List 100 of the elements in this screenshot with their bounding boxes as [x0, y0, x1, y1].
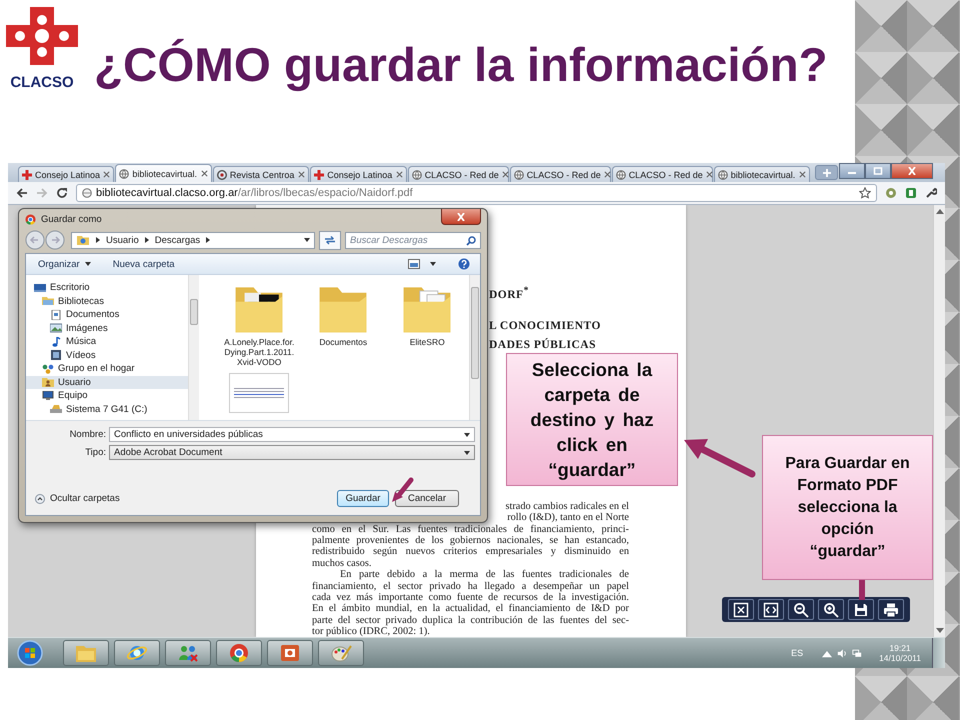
caret-icon[interactable]	[304, 238, 310, 242]
chevron-icon[interactable]	[144, 237, 149, 243]
caret-icon[interactable]	[464, 450, 470, 454]
close-button[interactable]	[891, 163, 934, 179]
document-paragraph: En parte debido a la merma de las fuentes tradicionales de financiamiento, el sector privado ha llegado a desempeñar un papel cada vez más importante como fuente de recursos de la investigación. En el ámbito mundial, en la actualidad, el financiamiento de I&D por parte del sector privado duplica la contribución de las fuentes del sec- tor público (IDRC, 2002: 1).	[312, 569, 629, 637]
browser-tab[interactable]: bibliotecavirtual.	[115, 164, 212, 182]
scrollbar[interactable]	[933, 205, 945, 637]
browser-tab[interactable]: CLACSO - Red de	[408, 166, 509, 182]
minimize-button[interactable]	[839, 163, 866, 179]
taskbar-app-button[interactable]	[216, 640, 262, 666]
view-icon[interactable]	[408, 259, 420, 269]
browser-tab[interactable]: bibliotecavirtual.	[714, 166, 810, 182]
show-desktop-button[interactable]	[932, 638, 945, 668]
close-icon[interactable]	[502, 171, 509, 178]
browser-tab[interactable]: CLACSO - Red de	[612, 166, 713, 182]
folder-tree-item[interactable]: Documentos	[26, 308, 188, 322]
file-item[interactable]: A.Lonely.Place.for.Dying.Part.1.2011.Xvid-VODO	[217, 281, 302, 367]
close-icon[interactable]	[604, 171, 611, 178]
toolbar-command[interactable]: Organizar	[38, 258, 91, 270]
video-icon	[50, 350, 62, 360]
zoom-in-button[interactable]	[818, 599, 844, 620]
close-icon[interactable]	[706, 171, 713, 178]
browser-tab[interactable]: Consejo Latinoa	[18, 166, 114, 182]
dialog-button[interactable]: Cancelar	[395, 490, 459, 507]
document-heading: DORF$^{*}$	[489, 284, 530, 303]
dialog-button[interactable]: Guardar	[337, 490, 389, 507]
print-button[interactable]	[878, 599, 904, 620]
globe-icon	[82, 188, 92, 198]
close-button[interactable]	[441, 209, 481, 225]
file-item[interactable]: Documentos	[301, 281, 386, 367]
folder-tree-item[interactable]: Sistema 7 G41 (C:)	[26, 402, 188, 416]
save-icon	[853, 602, 869, 618]
chevron-icon[interactable]	[96, 237, 100, 243]
breadcrumb-bar[interactable]: Usuario Descargas	[71, 232, 315, 248]
close-icon[interactable]	[396, 171, 403, 178]
callout-box: Para Guardar en Formato PDF selecciona la opción “guardar”	[762, 435, 933, 580]
document-icon	[50, 310, 62, 320]
folder-tree-item[interactable]: Música	[26, 335, 188, 348]
speaker-icon[interactable]	[837, 648, 848, 658]
filename-field[interactable]: Conflicto en universidades públicas	[109, 427, 475, 442]
scrollbar[interactable]	[188, 275, 200, 420]
extension-icon[interactable]	[885, 187, 897, 199]
taskbar-app-button[interactable]	[165, 640, 211, 666]
fit-width-button[interactable]	[758, 599, 784, 620]
taskbar-app-button[interactable]	[63, 640, 109, 666]
caret-icon[interactable]	[430, 262, 436, 266]
globe-icon	[718, 170, 728, 180]
browser-tab[interactable]: Consejo Latinoa	[310, 166, 407, 182]
maximize-button[interactable]	[865, 163, 892, 179]
chevron-up-icon	[35, 494, 45, 504]
wrench-icon[interactable]	[925, 187, 937, 199]
reload-icon[interactable]	[56, 187, 68, 199]
close-icon[interactable]	[103, 171, 110, 178]
dialog-title: Guardar como	[41, 214, 102, 224]
taskbar-app-button[interactable]	[114, 640, 160, 666]
browser-tab[interactable]: CLACSO - Red de	[510, 166, 611, 182]
toolbar-command[interactable]: Nueva carpeta	[112, 258, 175, 270]
folder-tree-item[interactable]: Bibliotecas	[26, 294, 188, 308]
browser-tab[interactable]: Revista Centroa	[212, 166, 310, 182]
globe-icon	[412, 170, 422, 180]
help-icon[interactable]	[458, 258, 470, 270]
field-label: Nombre:	[68, 429, 106, 440]
breadcrumb-item[interactable]: Descargas	[154, 234, 200, 246]
document-heading: L CONOCIMIENTO	[489, 318, 602, 334]
folder-tree-item[interactable]: Grupo en el hogar	[26, 362, 188, 376]
file-type-dropdown[interactable]: Adobe Acrobat Document	[109, 445, 475, 460]
taskbar-app-button[interactable]	[318, 640, 364, 666]
taskbar-app-button[interactable]	[267, 640, 313, 666]
globe-icon	[119, 168, 130, 178]
plus-icon	[822, 168, 831, 176]
refresh-button[interactable]	[319, 230, 341, 250]
fit-page-button[interactable]	[728, 599, 754, 620]
save-button[interactable]	[848, 599, 874, 620]
folder-tree-item[interactable]: Escritorio	[26, 281, 188, 294]
zoom-out-button[interactable]	[788, 599, 814, 620]
close-icon[interactable]	[799, 171, 806, 178]
search-field[interactable]: Buscar Descargas	[345, 232, 481, 248]
close-icon	[456, 212, 466, 220]
file-item[interactable]: EliteSRO	[385, 281, 470, 367]
extension-icon[interactable]	[905, 187, 917, 199]
caret-icon[interactable]	[84, 262, 91, 266]
caret-icon[interactable]	[464, 432, 470, 436]
close-icon[interactable]	[298, 171, 306, 178]
breadcrumb-item[interactable]: Usuario	[106, 234, 139, 246]
scrollbar[interactable]	[469, 275, 480, 420]
back-arrow-icon[interactable]	[16, 187, 28, 199]
star-icon[interactable]	[859, 187, 871, 199]
chevron-icon[interactable]	[206, 237, 210, 243]
folder-tree-item[interactable]: Imágenes	[26, 322, 188, 335]
folder-tree-item[interactable]: Usuario	[26, 376, 188, 389]
address-bar[interactable]: bibliotecavirtual.clacso.org.ar/ar/libros/lbecas/espacio/Naidorf.pdf	[76, 184, 877, 202]
folder-tree-item[interactable]: Vídeos	[26, 348, 188, 362]
new-tab-button[interactable]	[815, 165, 838, 180]
network-icon[interactable]	[852, 648, 862, 658]
scroll-down-icon[interactable]	[936, 628, 944, 634]
refresh-icon	[324, 235, 336, 245]
scroll-up-icon[interactable]	[936, 208, 944, 214]
folder-tree-item[interactable]: Equipo	[26, 389, 188, 402]
hide-folders-toggle[interactable]: Ocultar carpetas	[31, 493, 120, 504]
close-icon[interactable]	[200, 170, 208, 177]
